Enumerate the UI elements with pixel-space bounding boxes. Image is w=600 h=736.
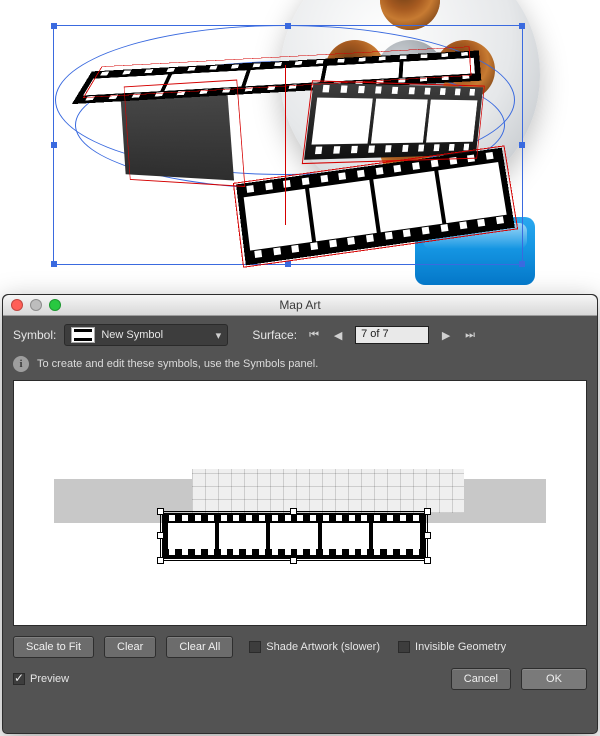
resize-handle[interactable]	[290, 508, 297, 515]
dialog-titlebar[interactable]: Map Art	[3, 295, 597, 316]
bbox-handle[interactable]	[285, 261, 291, 267]
artboard-3d-preview	[0, 0, 600, 290]
dialog-toolbar: Symbol: New Symbol ▾ Surface: ⏮ ◀ 7 of 7…	[3, 316, 597, 354]
bbox-handle[interactable]	[51, 142, 57, 148]
mapping-canvas[interactable]	[13, 380, 587, 626]
resize-handle[interactable]	[424, 508, 431, 515]
symbol-swatch-icon	[71, 327, 95, 343]
bbox-handle[interactable]	[51, 261, 57, 267]
button-label: OK	[546, 673, 562, 685]
wireframe-overlay	[124, 79, 245, 187]
resize-handle[interactable]	[157, 508, 164, 515]
map-art-dialog: Map Art Symbol: New Symbol ▾ Surface: ⏮ …	[2, 294, 598, 734]
invisible-geometry-checkbox[interactable]: Invisible Geometry	[398, 641, 506, 653]
scale-to-fit-button[interactable]: Scale to Fit	[13, 636, 94, 658]
checkbox-icon	[398, 641, 410, 653]
bbox-handle[interactable]	[519, 23, 525, 29]
preview-checkbox[interactable]: Preview	[13, 673, 69, 685]
next-surface-button[interactable]: ▶	[439, 328, 453, 342]
bbox-handle[interactable]	[519, 142, 525, 148]
clear-button[interactable]: Clear	[104, 636, 156, 658]
hint-text: To create and edit these symbols, use th…	[37, 358, 318, 370]
surface-index-value: 7 of 7	[361, 328, 389, 340]
button-label: Clear	[117, 641, 143, 653]
checkbox-label: Preview	[30, 673, 69, 685]
symbol-name: New Symbol	[101, 329, 163, 341]
button-label: Scale to Fit	[26, 641, 81, 653]
checkbox-icon	[249, 641, 261, 653]
resize-handle[interactable]	[157, 532, 164, 539]
symbol-label: Symbol:	[13, 328, 56, 342]
symbol-dropdown[interactable]: New Symbol ▾	[64, 324, 228, 346]
mapped-filmstrip-3d[interactable]	[55, 25, 525, 280]
bbox-handle[interactable]	[519, 261, 525, 267]
ok-button[interactable]: OK	[521, 668, 587, 690]
hint-row: i To create and edit these symbols, use …	[3, 354, 597, 380]
dialog-title: Map Art	[3, 298, 597, 312]
info-icon: i	[13, 356, 29, 372]
wireframe-seam	[285, 65, 287, 225]
cancel-button[interactable]: Cancel	[451, 668, 511, 690]
first-surface-button[interactable]: ⏮	[307, 328, 321, 342]
resize-handle[interactable]	[424, 557, 431, 564]
resize-handle[interactable]	[424, 532, 431, 539]
last-surface-button[interactable]: ⏭	[463, 328, 477, 342]
prev-surface-button[interactable]: ◀	[331, 328, 345, 342]
shade-artwork-checkbox[interactable]: Shade Artwork (slower)	[249, 641, 380, 653]
resize-handle[interactable]	[157, 557, 164, 564]
bbox-handle[interactable]	[51, 23, 57, 29]
surface-navigator: Surface: ⏮ ◀ 7 of 7 ▶ ⏭	[252, 326, 477, 344]
clear-all-button[interactable]: Clear All	[166, 636, 233, 658]
surface-index-field[interactable]: 7 of 7	[355, 326, 429, 344]
resize-handle[interactable]	[290, 557, 297, 564]
checkbox-label: Invisible Geometry	[415, 641, 506, 653]
checkbox-icon	[13, 673, 25, 685]
symbol-selection-box[interactable]	[160, 511, 428, 561]
surface-label: Surface:	[252, 328, 297, 342]
chevron-down-icon: ▾	[209, 329, 227, 342]
checkbox-label: Shade Artwork (slower)	[266, 641, 380, 653]
surface-unwrapped-grid	[192, 469, 464, 513]
button-label: Clear All	[179, 641, 220, 653]
dialog-footer: Scale to Fit Clear Clear All Shade Artwo…	[3, 626, 597, 698]
button-label: Cancel	[464, 673, 498, 685]
